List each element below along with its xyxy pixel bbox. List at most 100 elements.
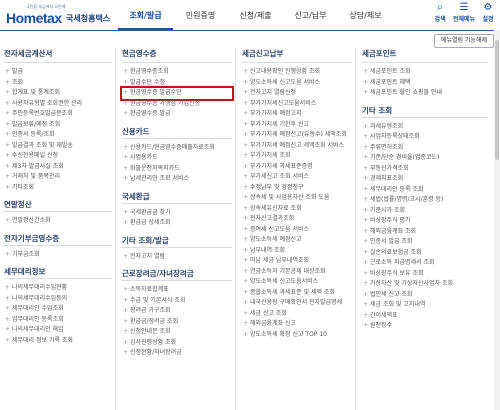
menu-item[interactable]: 부가가치세 예정신고(유동수) 세액조회 xyxy=(242,130,352,141)
scrollbar[interactable] xyxy=(494,30,500,410)
menu-item[interactable]: 양도소득세 확정 신고 TOP 10 xyxy=(242,330,352,341)
menu-item[interactable]: 부가가치세 예정고지 xyxy=(242,109,352,120)
menu-item[interactable]: 증여세 신고도움 서비스 xyxy=(242,225,352,236)
menu-item[interactable]: 국세환급금 찾기 xyxy=(122,208,232,219)
menu-item[interactable]: 간이세액표 xyxy=(362,311,488,322)
menu-item[interactable]: 수신전용메일 신청 xyxy=(4,151,112,162)
menu-item[interactable]: 가상자산 및 가상자산사업자 조회 xyxy=(362,279,488,290)
menu-item[interactable]: 수급 및 기본서식 조회 xyxy=(122,296,232,307)
menu-item[interactable]: 부가가치세 조회 xyxy=(242,151,352,162)
menu-item[interactable]: 세무대리 정보 기록 조회 xyxy=(4,336,112,347)
menu-item[interactable]: 조회 xyxy=(4,78,112,89)
menu-item[interactable]: 현금영수증 가맹점 가입신청 xyxy=(122,99,232,110)
menu-item[interactable]: 인증서 등록/조회 xyxy=(4,130,112,141)
scrollbar-thumb[interactable] xyxy=(495,40,499,160)
menu-item[interactable]: 나의세무대리인 해임 xyxy=(4,325,112,336)
menu-item[interactable]: 양도소득세 예정신고 xyxy=(242,235,352,246)
menu-item[interactable]: 전자신고결과조회 xyxy=(242,214,352,225)
menu-item[interactable]: 해외금융계좌 신고 xyxy=(242,319,352,330)
menu-item[interactable]: 미납 세금 납부내역조회 xyxy=(242,256,352,267)
menu-open-toggle-button[interactable]: 메뉴열림 기능해제 xyxy=(433,34,494,48)
menu-item[interactable]: 비상장주식 보유 조회 xyxy=(362,269,488,280)
menu-item[interactable]: 양도소득세 신고도움서비스 xyxy=(242,277,352,288)
tab-inquiry-issue[interactable]: 조회/발급 xyxy=(118,0,173,30)
menu-item[interactable]: 제3자 발급사실 조회 xyxy=(4,162,112,173)
menu-item[interactable]: 세금 조회 및 고지내역 xyxy=(362,300,488,311)
menu-item[interactable]: 법인세 신고 조회 xyxy=(362,290,488,301)
menu-item[interactable]: 기준/단순 경비율(업종코드) xyxy=(362,153,488,164)
menu-item[interactable]: 주민등록번호발급분조회 xyxy=(4,109,112,120)
menu-item[interactable]: 부동산가격조회 xyxy=(362,164,488,175)
menu-item[interactable]: 세금포인트 할인 쇼핑몰 안내 xyxy=(362,88,488,99)
menu-item[interactable]: 나의세무대리수임동의 xyxy=(4,294,112,305)
menu-item[interactable]: 인증서 발급 조회 xyxy=(362,237,488,248)
menu-item[interactable]: 해외금융계좌 조회 xyxy=(362,227,488,238)
menu-item[interactable]: 환급금 상세조회 xyxy=(122,218,232,229)
hometax-logo[interactable]: 국민을 세금에서 국민께 Hometax 국세청홈택스 xyxy=(4,4,112,26)
menu-item[interactable]: 소득자료합계표 xyxy=(122,285,232,296)
menu-item[interactable]: 양도소득세 신고도움 서비스 xyxy=(242,78,352,89)
menu-item[interactable]: 상속세 및 사업용자산 조회 도움 xyxy=(242,193,352,204)
menu-item[interactable]: 사업자등록상태조회 xyxy=(362,132,488,143)
tab-file-pay[interactable]: 신고/납부 xyxy=(283,0,338,30)
menu-item[interactable]: 납세관리인 조회 서비스 xyxy=(122,174,232,185)
tab-apply-submit[interactable]: 신청/제출 xyxy=(228,0,283,30)
menu-item[interactable]: 부가세신고 조회 서비스 xyxy=(242,172,352,183)
menu-item[interactable]: 기준시가 조회 xyxy=(362,206,488,217)
menu-item[interactable]: 근로소득 지급명세서 조회 xyxy=(362,258,488,269)
menu-item[interactable]: 업무대리인 등록조회 xyxy=(4,315,112,326)
menu-item[interactable]: 주류면허조회 xyxy=(362,143,488,154)
menu-item[interactable]: 기타조회 xyxy=(4,183,112,194)
menu-item[interactable]: 현금영수증조회 xyxy=(122,67,232,78)
menu-item[interactable]: 전자고지 열람신청 xyxy=(242,88,352,99)
menu-item[interactable]: 원천징수 xyxy=(362,321,488,332)
menu-item[interactable]: 발급결과 조회 및 재발송 xyxy=(4,141,112,152)
settings-button[interactable]: ⚙ 설정 xyxy=(476,2,500,23)
menu-item[interactable]: 세무대리인 등록 조회 xyxy=(362,185,488,196)
menu-item[interactable]: 부가가치세 예정신고 세액조회 서비스 xyxy=(242,141,352,152)
menu-item[interactable]: 부가가치세 과세표준증명 xyxy=(242,162,352,173)
menu-item[interactable]: 세무대리인 수임조회 xyxy=(4,304,112,315)
menu-item[interactable]: 상속세유산자료 조회 xyxy=(242,204,352,215)
menu-item[interactable]: 부가가치세신고도움서비스 xyxy=(242,99,352,110)
menu-item[interactable]: 전자고지 열람 xyxy=(122,252,232,263)
menu-item[interactable]: 경제지표조회 xyxy=(362,174,488,185)
menu-item[interactable]: 발급 xyxy=(4,67,112,78)
menu-item[interactable]: 합계표 및 통계조회 xyxy=(4,88,112,99)
tab-certificates[interactable]: 민원증명 xyxy=(173,0,228,30)
menu-item[interactable]: 내국신용장 구매확인서 전자발급명세 xyxy=(242,298,352,309)
menu-item[interactable]: 종합소득세 과세표준 및 세액 조회 xyxy=(242,288,352,299)
menu-item[interactable]: 세금포인트 혜택 xyxy=(362,78,488,89)
menu-item[interactable]: 화물운전자복지카드 xyxy=(122,164,232,175)
menu-item[interactable]: 세금포인트 조회 xyxy=(362,67,488,78)
all-menu-button[interactable]: ☰ 전체메뉴 xyxy=(452,2,476,23)
menu-item[interactable]: 사업용카드 xyxy=(122,153,232,164)
menu-item[interactable]: 심사진행상황 조회 xyxy=(122,338,232,349)
menu-item[interactable]: 세금 신고 조회 xyxy=(242,309,352,320)
menu-item[interactable]: 신용카드/현금영수증매출자료조회 xyxy=(122,143,232,154)
menu-item[interactable]: 연말정산간소화 xyxy=(4,216,112,227)
menu-item[interactable]: 신청현황/자녀장려금 xyxy=(122,348,232,359)
menu-item[interactable]: 발급수단 수정 xyxy=(122,78,232,89)
menu-item[interactable]: 나의세무대리수임현황 xyxy=(4,283,112,294)
menu-item-highlighted[interactable]: 현금영수증 발급수단 xyxy=(120,86,234,101)
menu-item[interactable]: 사용자유형별 조회권한 관리 xyxy=(4,99,112,110)
tab-consult-report[interactable]: 상담/제보 xyxy=(338,0,393,30)
menu-item[interactable]: 수정납부 및 경정청구 xyxy=(242,183,352,194)
menu-item[interactable]: 장려금 가구조회 xyxy=(122,306,232,317)
menu-item[interactable]: 현금영수증 발급 xyxy=(122,109,232,120)
menu-item[interactable]: 거래처 및 품목관리 xyxy=(4,172,112,183)
menu-item[interactable]: 실손의료보험금 조회 xyxy=(362,248,488,259)
menu-item[interactable]: 부가가치세 기한후 신고 xyxy=(242,120,352,131)
menu-item[interactable]: 신청안내문 조회 xyxy=(122,327,232,338)
menu-item[interactable]: 연금소득자 기본공제 대상조회 xyxy=(242,267,352,278)
menu-item[interactable]: 세법(법률/명령/고시/훈령 등) xyxy=(362,195,488,206)
menu-item[interactable]: 비상장주식 평가 xyxy=(362,216,488,227)
menu-item[interactable]: 환급금/장려금 조회 xyxy=(122,317,232,328)
menu-item[interactable]: 기부금조회 xyxy=(4,250,112,261)
search-button[interactable]: ⌕ 검색 xyxy=(428,2,452,23)
menu-item[interactable]: 발급보류/예정 조회 xyxy=(4,120,112,131)
menu-item[interactable]: 과세유형조회 xyxy=(362,122,488,133)
menu-item[interactable]: 납부내역 조회 xyxy=(242,246,352,257)
menu-item[interactable]: 신고내용확인 진행상황 조회 xyxy=(242,67,352,78)
